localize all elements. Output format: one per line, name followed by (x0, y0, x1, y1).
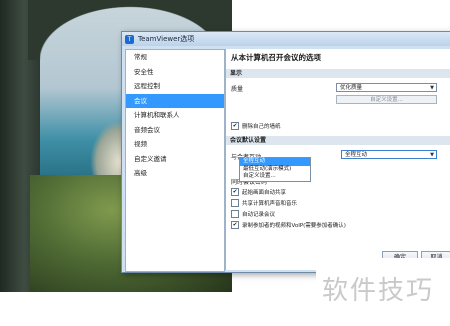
teamviewer-icon: T (125, 34, 134, 44)
sidebar-item-audio-conference[interactable]: 音频会议 (126, 123, 224, 138)
quality-select-value: 优化质量 (340, 85, 363, 91)
watermark: 软件技巧 (316, 258, 450, 326)
window-title: TeamViewer选项 (138, 35, 195, 43)
sidebar-item-computers-contacts[interactable]: 计算机和联系人 (126, 108, 224, 123)
remove-wallpaper-label: 删除自己的墙纸 (242, 124, 281, 130)
title-bar[interactable]: T TeamViewer选项 (122, 32, 450, 46)
remove-wallpaper-checkbox[interactable]: ✔ (231, 122, 239, 130)
chevron-down-icon: ▼ (430, 152, 434, 158)
option-share-sound[interactable]: 共享计算机声音和音乐 (231, 199, 297, 207)
section-display: 显示 (226, 69, 450, 78)
sidebar-item-remote-control[interactable]: 远程控制 (126, 79, 224, 94)
interaction-select[interactable]: 全程互动 ▼ (341, 150, 437, 159)
auto-record-checkbox[interactable] (231, 210, 239, 218)
sidebar-item-general[interactable]: 常规 (126, 50, 224, 65)
option-auto-share[interactable]: ✔ 起始画面自动共享 (231, 188, 286, 196)
interaction-select-value: 全程互动 (345, 152, 368, 158)
dropdown-option-full-interaction[interactable]: 全程互动 (240, 158, 310, 166)
sidebar-item-custom-invitation[interactable]: 自定义邀请 (126, 152, 224, 167)
quality-label: 质量 (231, 86, 244, 93)
sidebar-item-advanced[interactable]: 高级 (126, 166, 224, 181)
page-title: 从本计算机召开会议的选项 (231, 53, 321, 62)
sidebar-item-security[interactable]: 安全性 (126, 65, 224, 80)
remove-wallpaper-option[interactable]: ✔ 删除自己的墙纸 (231, 122, 281, 130)
watermark-text: 软件技巧 (322, 276, 435, 306)
options-dialog: T TeamViewer选项 常规 安全性 远程控制 会议 计算机和联系人 音频… (121, 31, 450, 273)
sidebar-item-meeting[interactable]: 会议 (126, 93, 224, 108)
auto-record-label: 自动记录会议 (242, 212, 276, 218)
record-video-voip-label: 录制参加者的视频和VoIP(需要参加者确认) (242, 223, 346, 229)
auto-share-checkbox[interactable]: ✔ (231, 188, 239, 196)
share-sound-label: 共享计算机声音和音乐 (242, 201, 298, 207)
dropdown-option-custom-settings[interactable]: 自定义设置... (240, 173, 310, 181)
interaction-dropdown-list: 全程互动 最低互动(演示模式) 自定义设置... (239, 157, 311, 182)
auto-share-label: 起始画面自动共享 (242, 190, 287, 196)
share-sound-checkbox[interactable] (231, 199, 239, 207)
option-record-video-voip[interactable]: ✔ 录制参加者的视频和VoIP(需要参加者确认) (231, 221, 346, 229)
sidebar-item-video[interactable]: 视频 (126, 137, 224, 152)
quality-select[interactable]: 优化质量 ▼ (336, 83, 437, 92)
custom-settings-button[interactable]: 自定义设置... (336, 95, 437, 104)
chevron-down-icon: ▼ (430, 85, 434, 91)
section-meeting-defaults: 会议默认设置 (226, 136, 450, 145)
option-auto-record[interactable]: 自动记录会议 (231, 210, 275, 218)
options-sidebar: 常规 安全性 远程控制 会议 计算机和联系人 音频会议 视频 自定义邀请 高级 (125, 49, 225, 272)
record-video-voip-checkbox[interactable]: ✔ (231, 221, 239, 229)
